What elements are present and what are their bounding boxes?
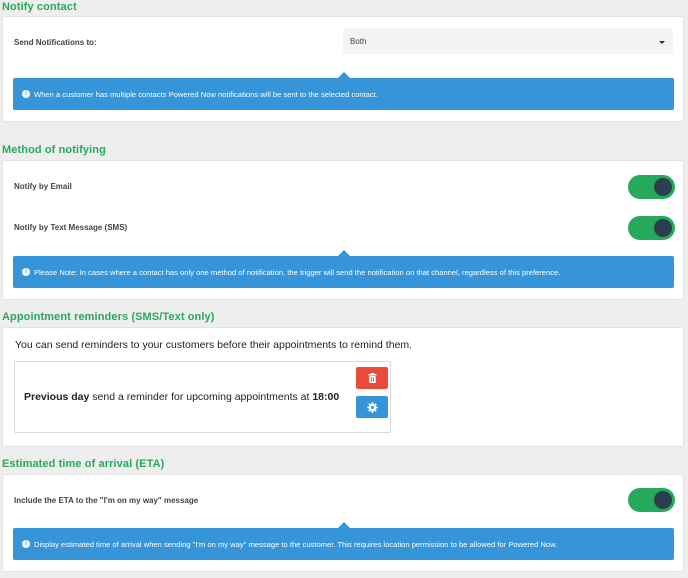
notify-contact-info-text: When a customer has multiple contacts Po… (34, 89, 378, 99)
trash-icon (368, 373, 376, 383)
method-card: Notify by Email Notify by Text Message (… (2, 160, 684, 300)
method-info-box: ! Please Note: In cases where a contact … (13, 250, 674, 288)
reminder-middle-text: send a reminder for upcoming appointment… (89, 391, 313, 403)
method-info-text: Please Note: In cases where a contact ha… (34, 267, 561, 277)
toggle-knob (654, 219, 672, 237)
reminder-when: Previous day (24, 391, 90, 403)
info-circle-icon: ! (22, 540, 30, 548)
toggle-knob (654, 491, 672, 509)
reminders-card: You can send reminders to your customers… (2, 327, 684, 447)
include-eta-toggle[interactable] (628, 488, 675, 512)
send-notifications-select[interactable]: Both (343, 28, 673, 54)
reminder-settings-button[interactable] (356, 396, 388, 418)
reminders-intro-text: You can send reminders to your customers… (15, 339, 413, 351)
eta-info-box: ! Display estimated time of arrival when… (13, 522, 674, 560)
notify-sms-label: Notify by Text Message (SMS) (14, 223, 128, 232)
info-circle-icon: ! (22, 268, 30, 276)
section-title-reminders: Appointment reminders (SMS/Text only) (2, 311, 215, 323)
info-circle-icon: ! (22, 90, 30, 98)
include-eta-label: Include the ETA to the "I'm on my way" m… (14, 496, 199, 505)
reminder-description: Previous day send a reminder for upcomin… (24, 391, 339, 403)
eta-card: Include the ETA to the "I'm on my way" m… (2, 474, 684, 572)
section-title-notify-contact: Notify contact (2, 1, 77, 13)
delete-reminder-button[interactable] (356, 367, 388, 389)
notify-email-toggle[interactable] (628, 175, 675, 199)
notify-email-label: Notify by Email (14, 182, 72, 191)
section-title-eta: Estimated time of arrival (ETA) (2, 458, 165, 470)
notify-contact-info-box: ! When a customer has multiple contacts … (13, 72, 674, 110)
notify-contact-card: Send Notifications to: Both ! When a cus… (2, 16, 684, 122)
send-notifications-label: Send Notifications to: (14, 38, 97, 47)
reminder-item: Previous day send a reminder for upcomin… (14, 361, 391, 433)
reminder-time: 18:00 (312, 391, 340, 403)
caret-down-icon (659, 41, 665, 44)
gear-icon (366, 401, 378, 413)
toggle-knob (654, 178, 672, 196)
section-title-method: Method of notifying (2, 144, 106, 156)
notify-sms-toggle[interactable] (628, 216, 675, 240)
eta-info-text: Display estimated time of arrival when s… (34, 539, 558, 549)
send-notifications-value: Both (350, 37, 367, 46)
